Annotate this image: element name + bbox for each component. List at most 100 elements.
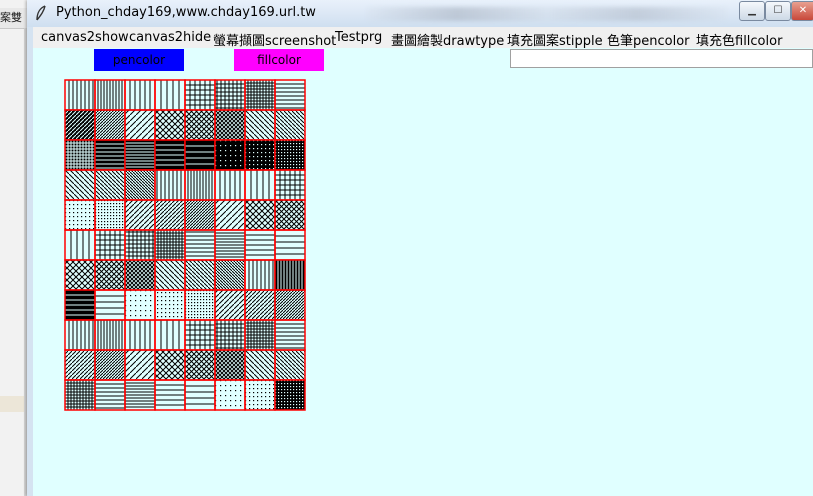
stipple-cell <box>154 379 186 411</box>
stipple-cell <box>94 319 126 351</box>
menu-testprg[interactable]: Testprg <box>335 30 382 45</box>
stipple-cell <box>124 169 156 201</box>
stipple-cell <box>274 199 306 231</box>
stipple-cell <box>64 199 96 231</box>
stipple-pattern-grid <box>64 79 306 411</box>
stipple-cell <box>64 289 96 321</box>
stipple-cell <box>274 289 306 321</box>
title-bar[interactable]: Python_chday169,www.chday169.url.tw ▁ ☐ … <box>27 0 813 27</box>
stipple-cell <box>184 229 216 261</box>
stipple-cell <box>154 289 186 321</box>
stipple-cell <box>274 379 306 411</box>
stipple-cell <box>214 139 246 171</box>
maximize-button[interactable]: ☐ <box>765 1 791 21</box>
app-window: Python_chday169,www.chday169.url.tw ▁ ☐ … <box>27 0 813 496</box>
stipple-cell <box>214 199 246 231</box>
stipple-cell <box>214 319 246 351</box>
stipple-cell <box>214 169 246 201</box>
stipple-cell <box>154 319 186 351</box>
stipple-cell <box>214 349 246 381</box>
stipple-cell <box>124 139 156 171</box>
stipple-cell <box>274 349 306 381</box>
stipple-cell <box>244 379 276 411</box>
stipple-cell <box>244 139 276 171</box>
stipple-cell <box>184 259 216 291</box>
stipple-cell <box>124 229 156 261</box>
menu-screenshot[interactable]: 螢幕擷圖screenshot <box>213 30 336 49</box>
stipple-cell <box>64 79 96 111</box>
window-title: Python_chday169,www.chday169.url.tw <box>56 5 316 20</box>
stipple-cell <box>274 79 306 111</box>
pencolor-button[interactable]: pencolor <box>94 49 184 71</box>
stipple-cell <box>274 169 306 201</box>
stipple-cell <box>244 319 276 351</box>
stipple-cell <box>184 349 216 381</box>
blurred-background-titles <box>367 7 727 21</box>
background-window-tab[interactable]: 案雙 <box>0 8 27 29</box>
text-entry-field[interactable] <box>510 49 813 68</box>
stipple-cell <box>94 289 126 321</box>
stipple-cell <box>184 289 216 321</box>
background-desktop: 案雙 <box>0 0 27 496</box>
stipple-cell <box>184 379 216 411</box>
stipple-cell <box>154 139 186 171</box>
minimize-button[interactable]: ▁ <box>739 1 765 21</box>
stipple-cell <box>94 109 126 141</box>
stipple-cell <box>154 109 186 141</box>
menu-canvas2show[interactable]: canvas2show <box>41 30 129 45</box>
stipple-cell <box>124 289 156 321</box>
menu-pencolor[interactable]: 色筆pencolor <box>607 30 690 49</box>
stipple-cell <box>184 169 216 201</box>
stipple-cell <box>244 289 276 321</box>
stipple-cell <box>274 109 306 141</box>
stipple-cell <box>184 199 216 231</box>
stipple-cell <box>154 79 186 111</box>
stipple-cell <box>244 109 276 141</box>
stipple-cell <box>94 139 126 171</box>
menu-drawtype[interactable]: 畫圖繪製drawtype <box>391 30 504 49</box>
stipple-cell <box>244 229 276 261</box>
stipple-cell <box>124 259 156 291</box>
stipple-cell <box>64 109 96 141</box>
stipple-cell <box>64 169 96 201</box>
stipple-cell <box>274 229 306 261</box>
stipple-cell <box>154 349 186 381</box>
stipple-cell <box>94 199 126 231</box>
stipple-cell <box>214 229 246 261</box>
stipple-cell <box>214 289 246 321</box>
stipple-cell <box>184 319 216 351</box>
close-button[interactable]: ✕ <box>791 1 813 21</box>
menu-bar: canvas2show canvas2hide 螢幕擷圖screenshot T… <box>33 27 813 49</box>
stipple-cell <box>184 139 216 171</box>
stipple-cell <box>124 199 156 231</box>
stipple-cell <box>184 79 216 111</box>
menu-stipple[interactable]: 填充圖案stipple <box>507 30 603 49</box>
stipple-cell <box>64 259 96 291</box>
stipple-cell <box>154 229 186 261</box>
stipple-cell <box>64 319 96 351</box>
stipple-cell <box>94 349 126 381</box>
stipple-cell <box>94 259 126 291</box>
fillcolor-button[interactable]: fillcolor <box>234 49 324 71</box>
menu-fillcolor[interactable]: 填充色fillcolor <box>696 30 782 49</box>
stipple-cell <box>124 379 156 411</box>
stipple-cell <box>64 379 96 411</box>
stipple-cell <box>124 349 156 381</box>
stipple-cell <box>274 259 306 291</box>
stipple-cell <box>214 79 246 111</box>
stipple-cell <box>244 169 276 201</box>
stipple-cell <box>274 319 306 351</box>
stipple-cell <box>94 169 126 201</box>
feather-icon <box>36 5 46 21</box>
background-highlight-band <box>0 396 27 412</box>
stipple-cell <box>64 349 96 381</box>
stipple-cell <box>214 379 246 411</box>
stipple-cell <box>184 109 216 141</box>
stipple-cell <box>154 259 186 291</box>
stipple-cell <box>154 169 186 201</box>
stipple-cell <box>94 229 126 261</box>
canvas-area[interactable]: pencolor fillcolor <box>33 48 813 496</box>
stipple-cell <box>214 259 246 291</box>
stipple-cell <box>244 79 276 111</box>
menu-canvas2hide[interactable]: canvas2hide <box>129 30 211 45</box>
